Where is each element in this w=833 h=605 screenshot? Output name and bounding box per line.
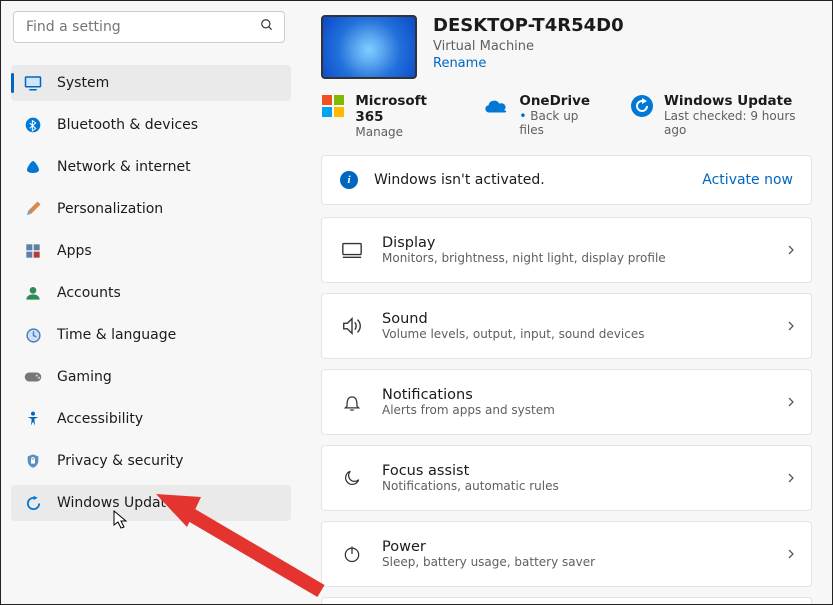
desktop-thumbnail: [321, 15, 417, 79]
chevron-right-icon: [785, 317, 797, 336]
sidebar-nav: System Bluetooth & devices Network & int…: [11, 65, 291, 525]
banner-text: Windows isn't activated.: [374, 172, 545, 188]
sidebar-item-label: Accounts: [57, 285, 121, 301]
info-icon: i: [340, 171, 358, 189]
card-sub: Notifications, automatic rules: [382, 479, 777, 493]
bluetooth-icon: [23, 115, 43, 135]
chevron-right-icon: [785, 241, 797, 260]
service-windows-update[interactable]: Windows Update Last checked: 9 hours ago: [630, 93, 812, 137]
search-box[interactable]: [13, 11, 285, 43]
m365-icon: [321, 93, 345, 119]
sidebar-item-label: Windows Update: [57, 495, 175, 511]
shield-icon: [23, 451, 43, 471]
display-icon: [330, 239, 374, 261]
sound-icon: [330, 315, 374, 337]
sidebar-item-label: Personalization: [57, 201, 163, 217]
card-focus-assist[interactable]: Focus assist Notifications, automatic ru…: [321, 445, 812, 511]
device-header: DESKTOP-T4R54D0 Virtual Machine Rename: [321, 15, 812, 79]
card-sub: Sleep, battery usage, battery saver: [382, 555, 777, 569]
sidebar-item-label: Gaming: [57, 369, 112, 385]
card-storage[interactable]: Storage: [321, 597, 812, 604]
wifi-icon: [23, 157, 43, 177]
chevron-right-icon: [785, 393, 797, 412]
update-icon: [630, 93, 654, 119]
card-title: Focus assist: [382, 463, 777, 479]
gaming-icon: [23, 367, 43, 387]
sidebar-item-gaming[interactable]: Gaming: [11, 359, 291, 395]
settings-window: System Bluetooth & devices Network & int…: [0, 0, 833, 605]
accounts-icon: [23, 283, 43, 303]
service-onedrive[interactable]: OneDrive Back up files: [483, 93, 599, 137]
sidebar-item-label: Apps: [57, 243, 92, 259]
card-power[interactable]: Power Sleep, battery usage, battery save…: [321, 521, 812, 587]
service-sub: Manage: [355, 125, 453, 139]
service-sub: Back up files: [519, 109, 599, 137]
card-sub: Monitors, brightness, night light, displ…: [382, 251, 777, 265]
activation-banner[interactable]: i Windows isn't activated. Activate now: [321, 155, 812, 205]
system-icon: [23, 73, 43, 93]
service-title: OneDrive: [519, 93, 599, 109]
card-sound[interactable]: Sound Volume levels, output, input, soun…: [321, 293, 812, 359]
clock-globe-icon: [23, 325, 43, 345]
activate-link[interactable]: Activate now: [702, 172, 793, 188]
sidebar-item-accessibility[interactable]: Accessibility: [11, 401, 291, 437]
sidebar-item-label: Accessibility: [57, 411, 143, 427]
accessibility-icon: [23, 409, 43, 429]
card-sub: Alerts from apps and system: [382, 403, 777, 417]
service-microsoft365[interactable]: Microsoft 365 Manage: [321, 93, 453, 139]
brush-icon: [23, 199, 43, 219]
sidebar-item-label: Bluetooth & devices: [57, 117, 198, 133]
sidebar: System Bluetooth & devices Network & int…: [1, 1, 301, 604]
card-display[interactable]: Display Monitors, brightness, night ligh…: [321, 217, 812, 283]
search-input[interactable]: [24, 18, 260, 36]
sidebar-item-privacy[interactable]: Privacy & security: [11, 443, 291, 479]
sidebar-item-bluetooth[interactable]: Bluetooth & devices: [11, 107, 291, 143]
apps-icon: [23, 241, 43, 261]
sidebar-item-label: Network & internet: [57, 159, 191, 175]
sidebar-item-accounts[interactable]: Accounts: [11, 275, 291, 311]
windows-update-icon: [23, 493, 43, 513]
services-row: Microsoft 365 Manage OneDrive Back up fi…: [321, 93, 812, 139]
device-type: Virtual Machine: [433, 39, 624, 54]
service-title: Windows Update: [664, 93, 812, 109]
rename-link[interactable]: Rename: [433, 56, 624, 71]
main-panel: DESKTOP-T4R54D0 Virtual Machine Rename M…: [301, 1, 832, 604]
bell-icon: [330, 392, 374, 412]
service-title: Microsoft 365: [355, 93, 453, 125]
settings-cards: Display Monitors, brightness, night ligh…: [321, 217, 812, 604]
sidebar-item-label: System: [57, 75, 109, 91]
service-sub: Last checked: 9 hours ago: [664, 109, 812, 137]
card-sub: Volume levels, output, input, sound devi…: [382, 327, 777, 341]
sidebar-item-label: Privacy & security: [57, 453, 183, 469]
chevron-right-icon: [785, 545, 797, 564]
device-name: DESKTOP-T4R54D0: [433, 15, 624, 37]
sidebar-item-network[interactable]: Network & internet: [11, 149, 291, 185]
sidebar-item-system[interactable]: System: [11, 65, 291, 101]
sidebar-item-time-language[interactable]: Time & language: [11, 317, 291, 353]
card-title: Power: [382, 539, 777, 555]
sidebar-item-label: Time & language: [57, 327, 176, 343]
sidebar-item-windows-update[interactable]: Windows Update: [11, 485, 291, 521]
search-icon: [260, 18, 274, 36]
card-title: Notifications: [382, 387, 777, 403]
card-title: Display: [382, 235, 777, 251]
sidebar-item-personalization[interactable]: Personalization: [11, 191, 291, 227]
sidebar-item-apps[interactable]: Apps: [11, 233, 291, 269]
card-title: Sound: [382, 311, 777, 327]
chevron-right-icon: [785, 469, 797, 488]
power-icon: [330, 544, 374, 564]
card-notifications[interactable]: Notifications Alerts from apps and syste…: [321, 369, 812, 435]
moon-icon: [330, 468, 374, 488]
onedrive-icon: [483, 93, 509, 119]
